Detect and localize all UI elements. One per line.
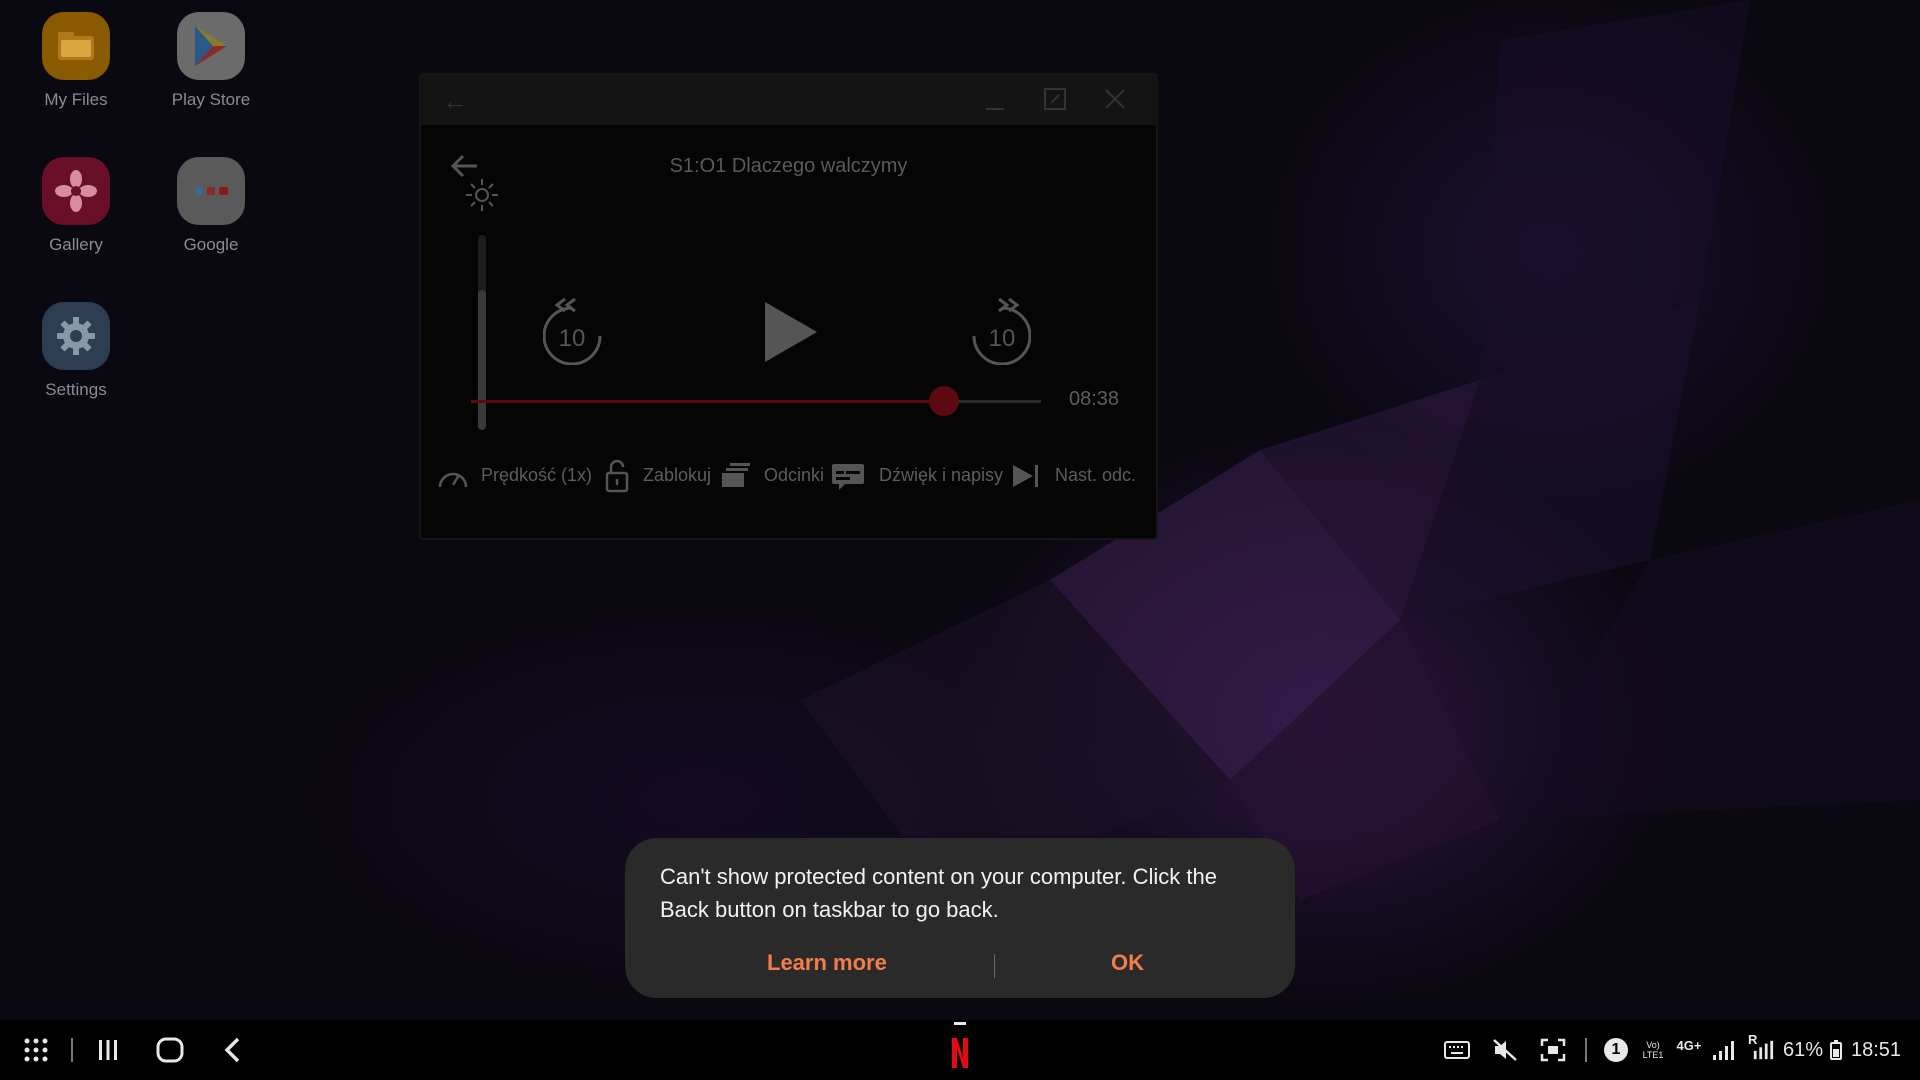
netflix-icon <box>952 1038 968 1068</box>
rewind-seconds: 10 <box>558 325 586 352</box>
protected-content-dialog: Can't show protected content on your com… <box>625 838 1295 998</box>
forward-10-button[interactable]: 10 <box>971 295 1032 366</box>
play-store-icon <box>177 12 245 80</box>
speed-label: Prędkość (1x) <box>481 465 593 485</box>
ok-button[interactable]: OK <box>1111 950 1144 976</box>
learn-more-button[interactable]: Learn more <box>767 950 887 976</box>
flower-icon <box>42 157 110 225</box>
folder-icon <box>42 12 110 80</box>
desktop-icon-gallery[interactable]: Gallery <box>11 157 141 255</box>
keyboard-icon[interactable] <box>1442 1020 1472 1080</box>
progress-bar[interactable] <box>471 386 1041 416</box>
lock-icon <box>605 459 629 493</box>
lock-label: Zablokuj <box>643 465 712 485</box>
speedometer-icon <box>438 472 468 488</box>
episodes-label: Odcinki <box>764 465 825 485</box>
forward-seconds: 10 <box>988 325 1016 352</box>
desktop-icon-label: Google <box>183 235 239 254</box>
apps-grid-icon <box>24 1038 48 1062</box>
window-titlebar[interactable]: ← <box>421 75 1156 125</box>
desktop-icon-label: Settings <box>45 380 107 399</box>
skip-next-icon <box>1013 465 1038 487</box>
desktop-icon-label: Play Store <box>171 90 251 109</box>
mute-icon[interactable] <box>1490 1020 1520 1080</box>
home-button[interactable] <box>150 1020 190 1080</box>
subtitles-icon <box>832 464 864 490</box>
play-icon <box>765 302 817 362</box>
rewind-10-button[interactable]: 10 <box>542 295 603 366</box>
home-icon <box>156 1037 184 1063</box>
recent-apps-icon <box>99 1040 117 1060</box>
close-icon <box>1105 89 1125 109</box>
minimize-icon <box>986 108 1004 110</box>
dialog-message: Can't show protected content on your com… <box>660 864 1217 922</box>
volte-icon: Vo) LTE1 <box>1642 1040 1664 1060</box>
sim-badge-icon: 1 <box>1603 1020 1629 1080</box>
signal-strength-icon <box>1710 1020 1736 1080</box>
maximize-icon <box>1044 88 1066 110</box>
time-remaining: 08:38 <box>1069 388 1120 410</box>
progress-scrubber[interactable] <box>929 386 960 416</box>
recent-apps-button[interactable] <box>88 1020 128 1080</box>
play-button[interactable] <box>761 300 821 369</box>
screen-capture-icon[interactable] <box>1538 1020 1568 1080</box>
google-folder-icon <box>177 157 245 225</box>
audio-subtitles-label: Dźwięk i napisy <box>879 465 1004 485</box>
battery-percent: 61% <box>1782 1038 1824 1061</box>
taskbar: 1 Vo) LTE1 4G+ R 61% 18:51 <box>0 1020 1920 1080</box>
window-back-button[interactable]: ← <box>441 87 469 115</box>
status-divider <box>1584 1020 1588 1080</box>
brightness-icon <box>464 177 500 218</box>
progress-bar-fill <box>471 400 945 403</box>
brightness-slider-fill <box>478 289 486 430</box>
taskbar-divider <box>70 1020 74 1080</box>
desktop-icon-label: My Files <box>44 90 108 109</box>
clock: 18:51 <box>1850 1038 1902 1061</box>
window-maximize-button[interactable] <box>1041 87 1069 115</box>
next-episode-label: Nast. odc. <box>1055 465 1137 485</box>
desktop-icon-play-store[interactable]: Play Store <box>146 12 276 110</box>
apps-grid-button[interactable] <box>16 1020 56 1080</box>
netflix-window: ← S1:O1 Dlaczego walczymy 10 10 08:38 Pr… <box>419 73 1158 540</box>
gear-icon <box>42 302 110 370</box>
desktop-icon-settings[interactable]: Settings <box>11 302 141 400</box>
roaming-signal-icon: R <box>1746 1020 1774 1080</box>
chevron-left-icon <box>224 1037 240 1063</box>
running-indicator <box>954 1022 966 1025</box>
network-type-icon: 4G+ <box>1676 1037 1702 1053</box>
episode-title: S1:O1 Dlaczego walczymy <box>669 155 908 177</box>
back-button[interactable] <box>212 1020 252 1080</box>
episodes-icon <box>722 463 750 487</box>
window-minimize-button[interactable] <box>981 87 1009 115</box>
desktop-icon-my-files[interactable]: My Files <box>11 12 141 110</box>
desktop-icon-google[interactable]: Google <box>146 157 276 255</box>
dialog-divider <box>994 954 995 978</box>
desktop-icon-label: Gallery <box>49 235 103 254</box>
netflix-app-button[interactable] <box>940 1020 980 1080</box>
window-close-button[interactable] <box>1101 87 1129 115</box>
battery-icon <box>1828 1020 1844 1080</box>
